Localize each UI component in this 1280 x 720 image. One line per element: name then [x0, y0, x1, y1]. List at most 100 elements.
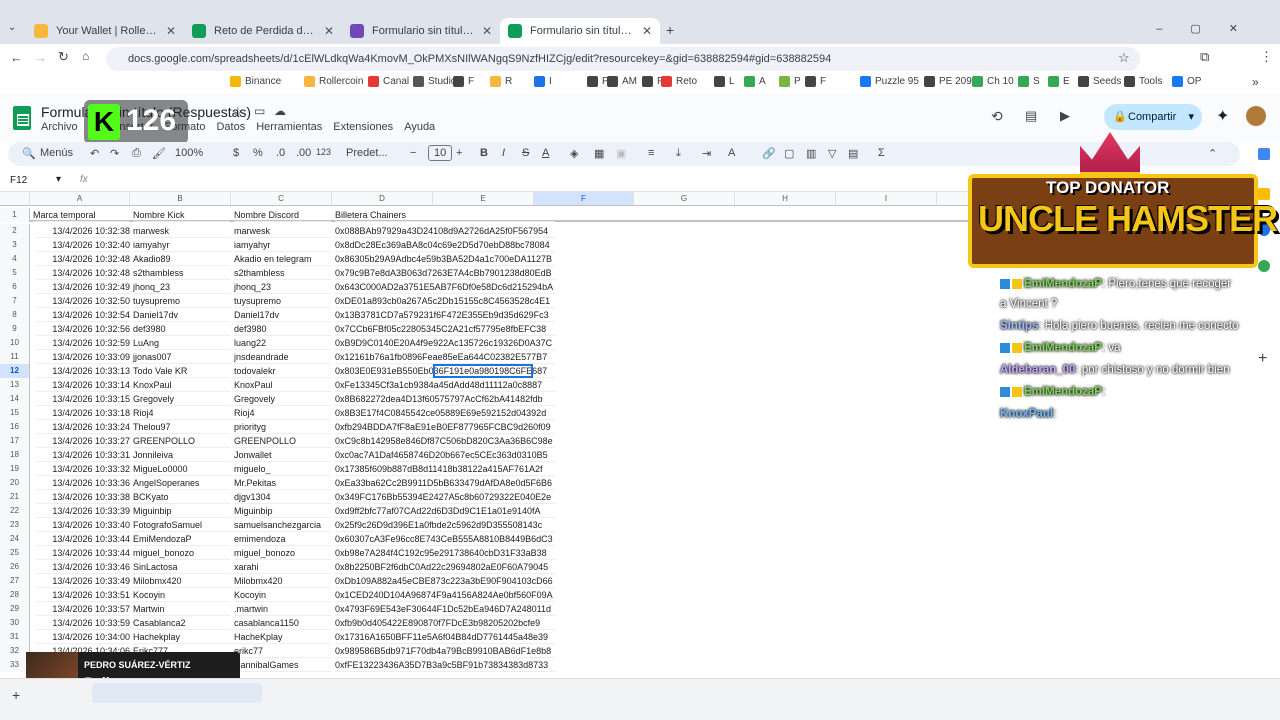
table-cell[interactable]: 13/4/2026 10:33:46 [36, 560, 130, 574]
font-size-input[interactable]: 10 [428, 145, 453, 161]
table-cell[interactable]: 13/4/2026 10:33:32 [36, 462, 130, 476]
percent-button[interactable]: % [253, 147, 263, 159]
move-folder-icon[interactable]: ▭ [254, 104, 265, 118]
increase-decimal-button[interactable]: .00 [296, 147, 311, 159]
table-cell[interactable]: 13/4/2026 10:33:44 [36, 546, 130, 560]
chat-username[interactable]: KnoxPaul [1000, 408, 1053, 420]
column-header[interactable]: B [130, 192, 231, 206]
row-number[interactable]: 22 [0, 504, 30, 518]
extensions-icon[interactable]: ⧉ [1200, 49, 1209, 65]
table-cell[interactable]: 0xDb109A882a45eCBE873c223a3bE90F904103cD… [335, 574, 555, 588]
bookmark-item[interactable]: Ch 10 [972, 76, 1014, 87]
row-number[interactable]: 13 [0, 378, 30, 392]
table-cell[interactable]: Kocoyin [133, 588, 230, 602]
search-icon[interactable]: 🔍 [22, 147, 36, 160]
table-cell[interactable]: def3980 [133, 322, 230, 336]
table-cell[interactable]: Jonnileiva [133, 448, 230, 462]
table-cell[interactable]: Rioj4 [234, 406, 331, 420]
row-number[interactable]: 12 [0, 364, 30, 378]
table-cell[interactable]: 13/4/2026 10:32:56 [36, 322, 130, 336]
table-cell[interactable]: 13/4/2026 10:33:59 [36, 616, 130, 630]
bookmark-item[interactable]: Tools [1124, 76, 1162, 87]
redo-icon[interactable]: ↷ [110, 147, 119, 160]
table-cell[interactable]: jjonas007 [133, 350, 230, 364]
table-cell[interactable]: 0xDE01a893cb0a267A5c2Db15155c8C4563528c4… [335, 294, 555, 308]
table-cell[interactable]: 0x7CCb6FBf05c22805345C2A21cf57795e8fbEFC… [335, 322, 555, 336]
table-cell[interactable]: 0x8dDc28Ec369aBA8c04c69e2D5d70ebD88bc780… [335, 238, 555, 252]
table-cell[interactable]: Daniel17dv [234, 308, 331, 322]
table-cell[interactable]: 13/4/2026 10:33:15 [36, 392, 130, 406]
table-cell[interactable]: Rioj4 [133, 406, 230, 420]
table-cell[interactable]: Miguinbip [133, 504, 230, 518]
row-number[interactable]: 25 [0, 546, 30, 560]
filter-views-icon[interactable]: ▤ [848, 147, 858, 160]
table-cell[interactable]: miguel_bonozo [234, 546, 331, 560]
table-cell[interactable]: AngelSoperanes [133, 476, 230, 490]
table-cell[interactable]: 13/4/2026 10:33:51 [36, 588, 130, 602]
chevron-down-icon[interactable]: ▾ [1188, 104, 1194, 130]
column-header[interactable]: H [735, 192, 836, 206]
select-all-corner[interactable] [0, 192, 30, 206]
table-cell[interactable]: miguelo_ [234, 462, 331, 476]
table-cell[interactable]: LuAng [133, 336, 230, 350]
paint-format-icon[interactable]: 🖌 [152, 147, 166, 160]
table-cell[interactable]: EmiMendozaP [133, 532, 230, 546]
bookmark-item[interactable]: Canal [368, 76, 409, 87]
column-header[interactable]: I [836, 192, 937, 206]
forward-icon[interactable]: → [34, 50, 47, 65]
browser-tab[interactable]: Your Wallet | RollerCoin.com | T✕ [26, 18, 184, 44]
filter-icon[interactable]: ▽ [828, 147, 836, 160]
table-cell[interactable]: 0xB9D9C0140E20A4f9e922Ac135726c19326D0A3… [335, 336, 555, 350]
link-icon[interactable]: 🔗 [762, 147, 776, 160]
name-box[interactable]: F12 [10, 175, 27, 186]
table-cell[interactable]: 13/4/2026 10:32:40 [36, 238, 130, 252]
row-number[interactable]: 24 [0, 532, 30, 546]
text-color-icon[interactable]: A [542, 147, 549, 159]
table-cell[interactable]: iamyahyr [133, 238, 230, 252]
table-cell[interactable]: 0x13B3781CD7a579231f6F472E355Eb9d35d629F… [335, 308, 555, 322]
table-cell[interactable]: 0xEa33ba62Cc2B9911D5bB633479dAfDA8e0d5F6… [335, 476, 555, 490]
row-number[interactable]: 11 [0, 350, 30, 364]
table-cell[interactable]: 13/4/2026 10:32:50 [36, 294, 130, 308]
column-header[interactable]: G [634, 192, 735, 206]
table-cell[interactable]: Nombre Discord [234, 208, 331, 222]
row-number[interactable]: 3 [0, 238, 30, 252]
table-cell[interactable]: Miguinbip [234, 504, 331, 518]
table-cell[interactable]: 13/4/2026 10:33:13 [36, 364, 130, 378]
table-cell[interactable]: s2thambless [133, 266, 230, 280]
decrease-decimal-button[interactable]: .0 [276, 147, 285, 159]
table-cell[interactable]: 13/4/2026 10:32:48 [36, 266, 130, 280]
table-cell[interactable]: xarahi [234, 560, 331, 574]
row-number[interactable]: 18 [0, 448, 30, 462]
table-cell[interactable]: tuysupremo [133, 294, 230, 308]
table-cell[interactable]: Marca temporal [33, 208, 129, 222]
row-number[interactable]: 23 [0, 518, 30, 532]
chat-username[interactable]: EmiMendozaP [1024, 386, 1102, 398]
table-cell[interactable]: Akadio en telegram [234, 252, 331, 266]
functions-icon[interactable]: Σ [878, 147, 885, 159]
bookmarks-overflow-icon[interactable]: » [1252, 75, 1259, 89]
bookmark-item[interactable]: L [714, 76, 735, 87]
meet-icon[interactable]: ▶ [1060, 108, 1070, 124]
row-number[interactable]: 4 [0, 252, 30, 266]
table-cell[interactable]: jhonq_23 [234, 280, 331, 294]
table-cell[interactable]: 0x088BAb97929a43D24108d9A2726dA25f0F5679… [335, 224, 555, 238]
table-cell[interactable]: 0x8b2250BF2f6dbC0Ad22c29694802aE0F60A790… [335, 560, 555, 574]
table-cell[interactable]: FotografoSamuel [133, 518, 230, 532]
row-number[interactable]: 31 [0, 630, 30, 644]
row-number[interactable]: 10 [0, 336, 30, 350]
table-cell[interactable]: marwesk [133, 224, 230, 238]
table-cell[interactable]: 13/4/2026 10:33:24 [36, 420, 130, 434]
table-cell[interactable]: SinLactosa [133, 560, 230, 574]
table-cell[interactable]: jnsdeandrade [234, 350, 331, 364]
row-number[interactable]: 27 [0, 574, 30, 588]
sheet-tab[interactable] [92, 683, 262, 703]
table-cell[interactable]: 0x989586B5db971F70db4a79BcB9910BAB6dF1e8… [335, 644, 555, 658]
table-cell[interactable]: Gregovely [234, 392, 331, 406]
table-cell[interactable]: 13/4/2026 10:33:44 [36, 532, 130, 546]
close-tab-icon[interactable]: ✕ [476, 24, 492, 38]
table-cell[interactable]: 13/4/2026 10:32:48 [36, 252, 130, 266]
add-addon-icon[interactable]: + [1258, 350, 1267, 368]
table-cell[interactable]: priorityg [234, 420, 331, 434]
menu-extensiones[interactable]: Extensiones [333, 121, 393, 133]
